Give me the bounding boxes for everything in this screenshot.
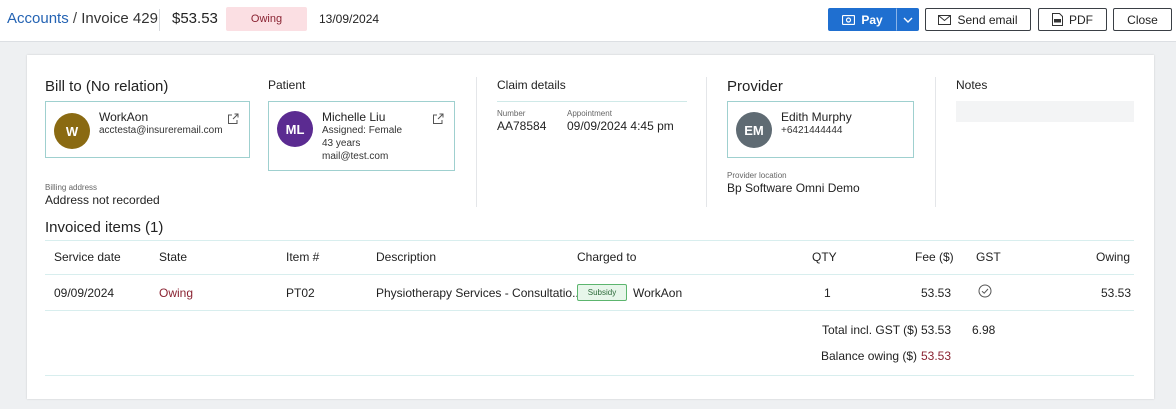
bill-to-title: Bill to (No relation) xyxy=(45,78,169,95)
column-header-owing: Owing xyxy=(1096,250,1131,264)
pay-label: Pay xyxy=(861,12,883,27)
avatar: W xyxy=(54,113,90,149)
balance-owing-value: 53.53 xyxy=(921,349,952,363)
total-label: Total incl. GST ($) xyxy=(822,323,918,337)
provider-phone: +6421444444 xyxy=(781,125,843,136)
chevron-down-icon xyxy=(903,17,912,23)
close-button[interactable]: Close xyxy=(1113,8,1172,31)
row-divider xyxy=(45,310,1134,311)
patient-title: Patient xyxy=(268,78,306,92)
notes-field[interactable] xyxy=(956,101,1134,122)
invoice-amount: $53.53 xyxy=(172,10,218,27)
column-header-fee: Fee ($) xyxy=(915,250,954,264)
cell-description: Physiotherapy Services - Consultatio... xyxy=(376,286,583,300)
appointment-label: Appointment xyxy=(567,109,612,118)
provider-location-label: Provider location xyxy=(727,171,787,180)
claim-number-label: Number xyxy=(497,109,526,118)
send-email-button[interactable]: Send email xyxy=(925,8,1031,31)
patient-assigned: Assigned: Female xyxy=(322,125,403,136)
column-header-service-date: Service date xyxy=(54,250,121,264)
pdf-button[interactable]: PDF xyxy=(1038,8,1107,31)
breadcrumb-accounts-link[interactable]: Accounts xyxy=(7,10,69,27)
bill-to-card[interactable]: W WorkAon acctesta@insureremail.com xyxy=(45,101,250,158)
billing-address: Address not recorded xyxy=(45,193,160,207)
total-fee: 53.53 xyxy=(921,323,952,337)
patient-email: mail@test.com xyxy=(322,151,389,162)
cell-qty: 1 xyxy=(824,286,831,300)
avatar: EM xyxy=(736,112,772,148)
provider-name: Edith Murphy xyxy=(781,110,852,124)
invoiced-items-title: Invoiced items (1) xyxy=(45,219,164,236)
claim-divider xyxy=(497,101,687,102)
claim-details-title: Claim details xyxy=(497,78,566,92)
close-label: Close xyxy=(1127,12,1158,27)
check-circle-icon xyxy=(978,284,992,298)
provider-card[interactable]: EM Edith Murphy +6421444444 xyxy=(727,101,914,158)
pay-dropdown-button[interactable] xyxy=(896,8,919,31)
total-gst: 6.98 xyxy=(972,323,996,337)
invoice-date: 13/09/2024 xyxy=(319,12,380,26)
cell-state: Owing xyxy=(159,286,194,300)
cell-fee: 53.53 xyxy=(921,286,952,300)
breadcrumb-separator: / xyxy=(72,10,78,27)
pdf-label: PDF xyxy=(1069,12,1093,27)
cell-charged-to: WorkAon xyxy=(633,286,683,300)
balance-owing-label: Balance owing ($) xyxy=(821,349,918,363)
header-divider xyxy=(159,9,160,31)
pay-button[interactable]: Pay xyxy=(828,8,897,31)
status-badge: Owing xyxy=(226,7,307,31)
patient-age: 43 years xyxy=(322,138,361,149)
column-divider xyxy=(935,77,936,207)
column-divider xyxy=(476,77,477,207)
subsidy-badge: Subsidy xyxy=(577,284,627,301)
column-divider xyxy=(706,77,707,207)
column-header-description: Description xyxy=(376,250,437,264)
bill-to-email: acctesta@insureremail.com xyxy=(99,125,223,136)
billing-address-label: Billing address xyxy=(45,183,98,192)
provider-title: Provider xyxy=(727,78,783,95)
column-header-item: Item # xyxy=(286,250,320,264)
breadcrumb: Accounts / Invoice 429 xyxy=(7,10,158,27)
column-header-charged-to: Charged to xyxy=(577,250,637,264)
column-header-gst: GST xyxy=(976,250,1001,264)
top-bar: Accounts / Invoice 429 $53.53 Owing 13/0… xyxy=(0,0,1176,42)
send-email-label: Send email xyxy=(957,12,1018,27)
cash-icon xyxy=(842,14,856,25)
bill-to-name: WorkAon xyxy=(99,110,149,124)
avatar: ML xyxy=(277,111,313,147)
patient-card[interactable]: ML Michelle Liu Assigned: Female 43 year… xyxy=(268,101,455,171)
pdf-file-icon xyxy=(1052,13,1063,26)
notes-title: Notes xyxy=(956,78,988,92)
claim-number: AA78584 xyxy=(497,119,547,133)
patient-name: Michelle Liu xyxy=(322,110,386,124)
table-top-divider xyxy=(45,240,1134,241)
provider-location: Bp Software Omni Demo xyxy=(727,181,860,195)
header-divider xyxy=(45,274,1134,275)
table-bottom-divider xyxy=(45,375,1134,376)
column-header-qty: QTY xyxy=(812,250,837,264)
cell-item-number: PT02 xyxy=(286,286,315,300)
cell-owing: 53.53 xyxy=(1101,286,1132,300)
column-header-state: State xyxy=(159,250,188,264)
appointment-datetime: 09/09/2024 4:45 pm xyxy=(567,119,674,133)
cell-service-date: 09/09/2024 xyxy=(54,286,115,300)
open-external-icon[interactable] xyxy=(432,113,444,125)
envelope-icon xyxy=(938,14,952,25)
invoice-card: Bill to (No relation) W WorkAon acctesta… xyxy=(27,55,1154,399)
breadcrumb-current: Invoice 429 xyxy=(81,10,158,27)
open-external-icon[interactable] xyxy=(227,113,239,125)
